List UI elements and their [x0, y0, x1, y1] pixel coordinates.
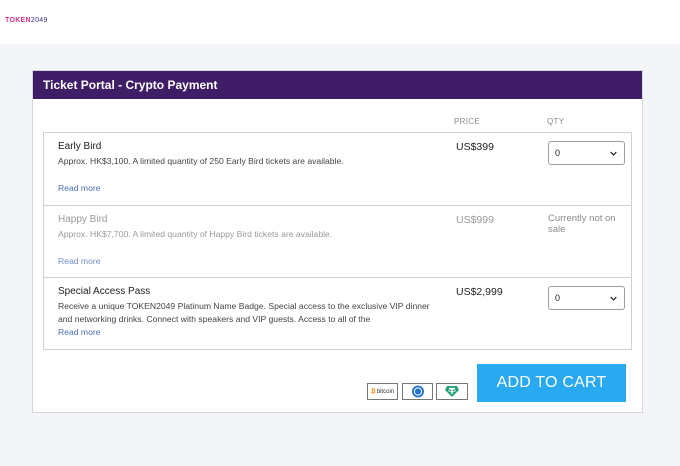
chevron-down-icon [610, 151, 617, 156]
ticket-row-happy-bird: Happy Bird Approx. HK$7,700. A limited q… [44, 206, 631, 278]
ticket-name: Special Access Pass [58, 286, 151, 297]
ticket-description: Approx. HK$3,100. A limited quantity of … [58, 156, 344, 166]
ticket-price: US$399 [456, 141, 494, 153]
ticket-portal-panel: Ticket Portal - Crypto Payment PRICE QTY… [32, 70, 643, 413]
ticket-price: US$2,999 [456, 286, 503, 298]
logo-prefix: TOKEN [5, 17, 31, 24]
quantity-select[interactable]: 0 [548, 141, 625, 165]
ticket-row-early-bird: Early Bird Approx. HK$3,100. A limited q… [44, 133, 631, 206]
quantity-value: 0 [555, 148, 561, 158]
top-bar: TOKEN2049 [0, 0, 680, 44]
add-to-cart-button[interactable]: ADD TO CART [477, 364, 626, 402]
usdc-icon [402, 383, 433, 400]
ticket-list: Early Bird Approx. HK$3,100. A limited q… [43, 132, 632, 350]
ticket-name: Happy Bird [58, 214, 108, 225]
sale-status: Currently not on sale [548, 213, 616, 235]
chevron-down-icon [610, 296, 617, 301]
price-column-header: PRICE [454, 117, 480, 126]
quantity-value: 0 [555, 293, 561, 303]
qty-column-header: QTY [547, 117, 565, 126]
logo-suffix: 2049 [30, 17, 48, 24]
ticket-name: Early Bird [58, 141, 102, 152]
read-more-link[interactable]: Read more [58, 183, 101, 193]
ticket-row-special-access-pass: Special Access Pass Receive a unique TOK… [44, 278, 631, 350]
tether-icon [436, 383, 468, 400]
ticket-price: US$999 [456, 214, 494, 226]
token2049-logo[interactable]: TOKEN2049 [5, 17, 48, 24]
ticket-description: Receive a unique TOKEN2049 Platinum Name… [58, 301, 430, 324]
bitcoin-icon: ₿ bitcoin [367, 383, 398, 400]
read-more-link[interactable]: Read more [58, 256, 101, 266]
bitcoin-label: bitcoin [376, 388, 395, 395]
ticket-description: Approx. HK$7,700. A limited quantity of … [58, 229, 333, 239]
quantity-select[interactable]: 0 [548, 286, 625, 310]
panel-title: Ticket Portal - Crypto Payment [33, 71, 642, 99]
read-more-link[interactable]: Read more [58, 327, 101, 337]
